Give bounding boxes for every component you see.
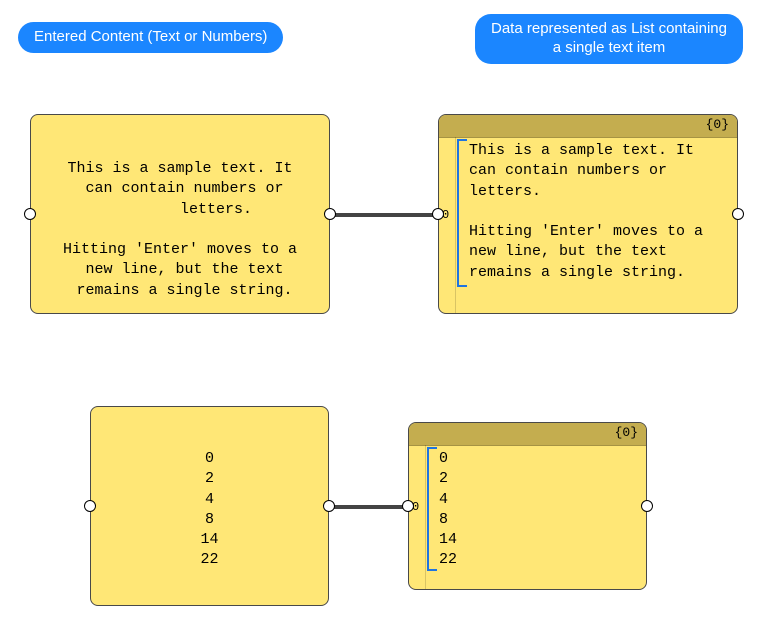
panel-list-text[interactable]: {0} 0 This is a sample text. It can cont… [438,114,738,314]
port-in-bottom-right[interactable] [402,500,414,512]
panel-entered-numbers-content: 0 2 4 8 14 22 [91,449,328,571]
label-right: Data represented as List containing a si… [475,14,743,64]
port-in-top-right[interactable] [432,208,444,220]
panel-list-numbers-bracket [427,447,437,571]
port-out-top-left[interactable] [324,208,336,220]
panel-list-text-header: {0} [439,115,737,138]
panel-list-text-gutter [455,137,456,313]
panel-entered-text-content: This is a sample text. It can contain nu… [31,159,329,301]
panel-list-text-path: {0} [706,117,729,132]
panel-list-numbers-content: 0 2 4 8 14 22 [439,449,638,571]
port-in-top-left[interactable] [24,208,36,220]
port-in-bottom-left[interactable] [84,500,96,512]
panel-list-numbers-header: {0} [409,423,646,446]
panel-list-text-content: This is a sample text. It can contain nu… [469,141,729,283]
port-out-top-right[interactable] [732,208,744,220]
panel-entered-text[interactable]: This is a sample text. It can contain nu… [30,114,330,314]
port-out-bottom-right[interactable] [641,500,653,512]
wire-bottom [330,505,410,509]
panel-list-numbers[interactable]: {0} 0 0 2 4 8 14 22 [408,422,647,590]
panel-list-numbers-gutter [425,445,426,589]
port-out-bottom-left[interactable] [323,500,335,512]
panel-list-text-bracket [457,139,467,287]
panel-list-numbers-path: {0} [615,425,638,440]
wire-top [330,213,440,217]
panel-entered-numbers[interactable]: 0 2 4 8 14 22 [90,406,329,606]
label-left: Entered Content (Text or Numbers) [18,22,283,53]
